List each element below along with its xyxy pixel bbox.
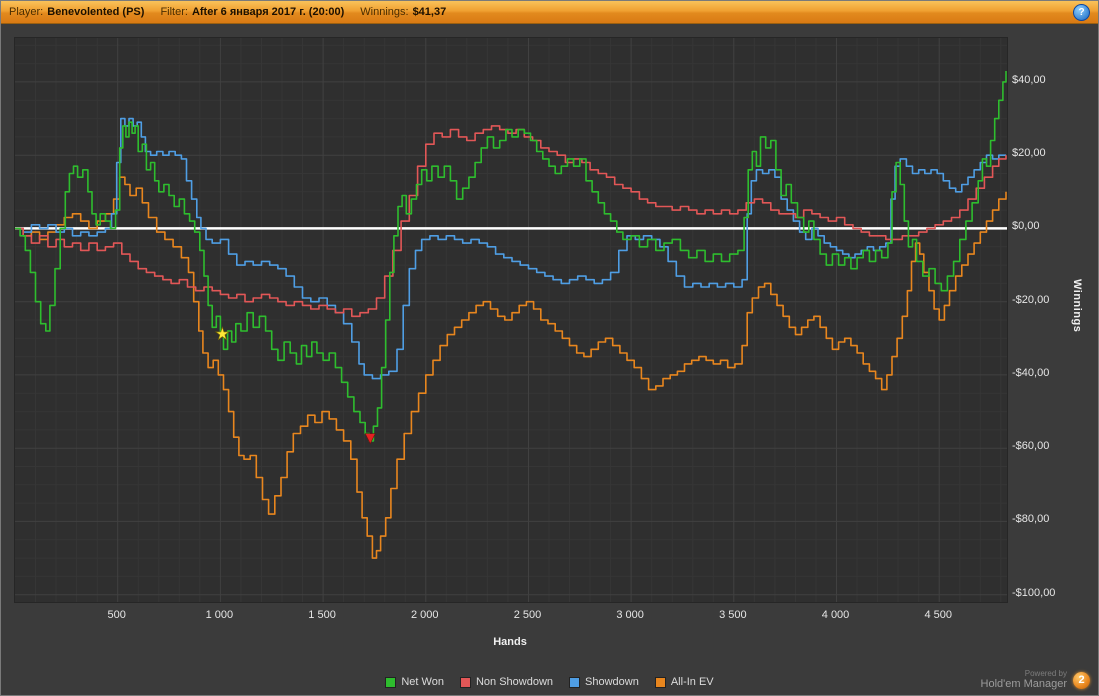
star-marker: ★ (215, 325, 230, 345)
y-tick-label: -$100,00 (1012, 586, 1056, 599)
legend-label: All-In EV (670, 676, 714, 688)
powered-by-text: Powered by (1024, 669, 1067, 679)
brand-text: Powered by Hold'em Manager (981, 669, 1067, 691)
brand-name: Hold'em Manager (980, 678, 1067, 691)
x-axis-title: Hands (493, 636, 527, 648)
legend-item-all-in-ev[interactable]: All-In EV (654, 676, 714, 688)
legend: Net Won Non Showdown Showdown All-In EV (1, 676, 1098, 688)
top-status-bar: Player: Benevolented (PS) Filter: After … (1, 1, 1098, 24)
x-tick-label: 1 500 (308, 609, 336, 621)
y-axis: $40,00 $20,00 $0,00 -$20,00 -$40,00 -$60,00 -$… (1012, 37, 1070, 601)
y-tick-label: -$80,00 (1012, 513, 1050, 526)
legend-swatch (459, 676, 471, 688)
y-axis-title: Winnings (1071, 279, 1083, 333)
legend-swatch (569, 676, 581, 688)
x-axis: 500 1 000 1 500 2 000 2 500 3 000 3 500 4 000 4 … (14, 609, 1006, 623)
x-tick-label: 1 000 (205, 609, 234, 621)
player-label: Player: (9, 6, 44, 18)
hm2-logo-icon: 2 (1073, 671, 1090, 689)
legend-label: Net Won (401, 676, 444, 688)
branding: Powered by Hold'em Manager 2 (981, 669, 1090, 691)
y-tick-label: $20,00 (1012, 147, 1046, 160)
filter-value: After 6 января 2017 г. (20:00) (191, 6, 345, 18)
x-tick-label: 4 500 (924, 609, 952, 621)
x-tick-label: 4 000 (821, 609, 850, 621)
legend-label: Non Showdown (475, 676, 554, 688)
player-value: Benevolented (PS) (47, 6, 145, 18)
legend-item-net-won[interactable]: Net Won (385, 676, 444, 688)
legend-swatch (385, 676, 397, 688)
plot-area[interactable]: ★ ▼ (14, 37, 1008, 603)
y-tick-label: -$60,00 (1012, 440, 1050, 453)
triangle-down-marker: ▼ (365, 431, 375, 446)
x-tick-label: 3 500 (719, 609, 747, 621)
x-tick-label: 3 000 (616, 609, 644, 621)
y-tick-label: $40,00 (1012, 73, 1046, 86)
legend-swatch (654, 676, 666, 688)
y-tick-label: -$20,00 (1012, 293, 1050, 306)
x-tick-label: 500 (107, 609, 126, 621)
help-icon[interactable]: ? (1073, 3, 1090, 21)
winnings-value: $41,37 (412, 6, 447, 18)
legend-label: Showdown (585, 676, 639, 688)
legend-item-non-showdown[interactable]: Non Showdown (459, 676, 554, 688)
winnings-label: Winnings: (360, 6, 409, 18)
filter-label: Filter: (160, 6, 188, 18)
x-tick-label: 2 000 (411, 609, 439, 621)
winnings-graph: ★▼ (15, 38, 1007, 602)
holdem-manager-graph-window: Player: Benevolented (PS) Filter: After … (0, 0, 1099, 696)
x-tick-label: 2 500 (513, 609, 542, 621)
chart-region: ★ ▼ $40,00 $20,00 $0,00 -$20,00 -$40,00 -$60,0… (1, 24, 1098, 695)
y-tick-label: $0,00 (1012, 220, 1040, 233)
y-tick-label: -$40,00 (1012, 366, 1050, 379)
legend-item-showdown[interactable]: Showdown (569, 676, 639, 688)
